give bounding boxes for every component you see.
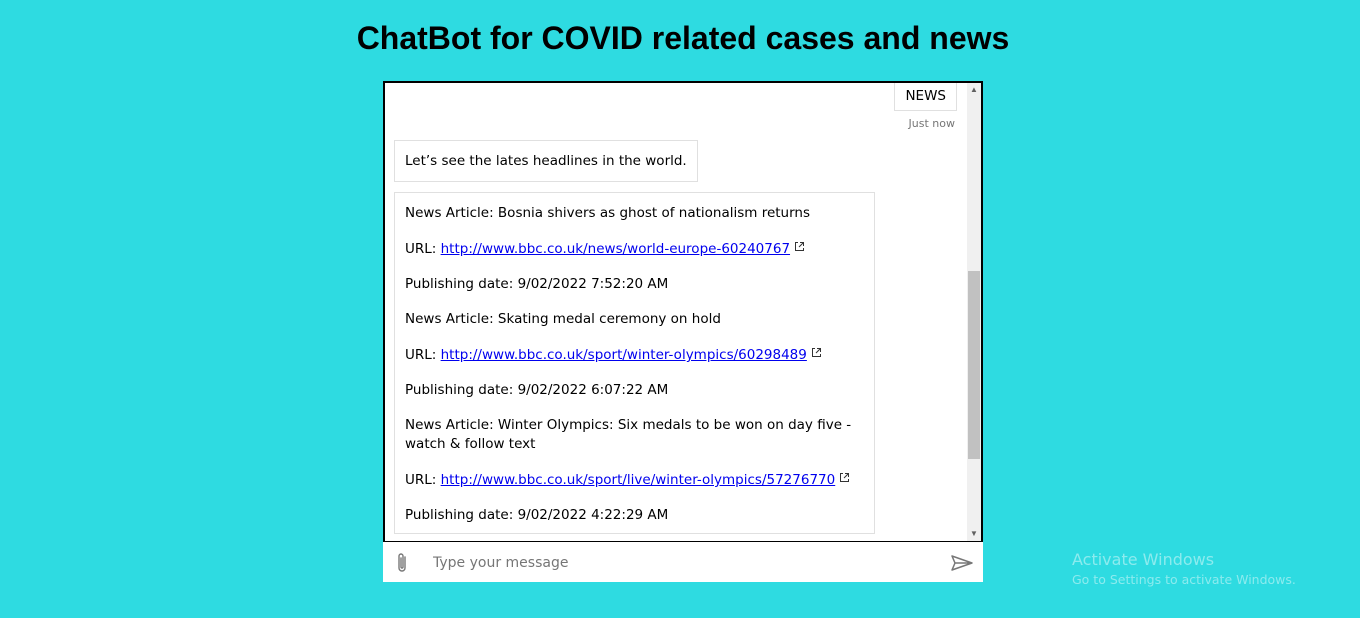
news-list-bubble: News Article: Bosnia shivers as ghost of…: [394, 192, 875, 534]
news-article-url-row: URL: http://www.bbc.co.uk/sport/winter-o…: [405, 345, 864, 365]
message-timestamp: Just now: [908, 117, 955, 130]
message-input[interactable]: [431, 550, 935, 576]
news-article-link[interactable]: http://www.bbc.co.uk/sport/winter-olympi…: [441, 347, 807, 363]
watermark-title: Activate Windows: [1072, 550, 1215, 569]
scrollbar-thumb[interactable]: [968, 271, 980, 460]
news-article-date: Publishing date: 9/02/2022 6:07:22 AM: [405, 382, 669, 398]
external-link-icon: [811, 345, 822, 364]
user-message-bubble: NEWS: [894, 83, 957, 111]
news-article-date: Publishing date: 9/02/2022 7:52:20 AM: [405, 276, 669, 292]
news-article-url-row: URL: http://www.bbc.co.uk/news/world-eur…: [405, 239, 864, 259]
arrow-up-icon[interactable]: ▲: [967, 83, 981, 97]
page-title: ChatBot for COVID related cases and news: [356, 20, 1010, 56]
url-label: URL:: [405, 472, 441, 488]
news-article-link[interactable]: http://www.bbc.co.uk/news/world-europe-6…: [441, 241, 790, 257]
transcript-scrollbar[interactable]: ▲ ▼: [967, 83, 981, 541]
external-link-icon: [794, 239, 805, 258]
news-article-title: News Article: Bosnia shivers as ghost of…: [405, 205, 811, 221]
news-article-link[interactable]: http://www.bbc.co.uk/sport/live/winter-o…: [441, 472, 836, 488]
send-icon[interactable]: [950, 554, 974, 577]
external-link-icon: [839, 470, 850, 489]
news-article-date: Publishing date: 9/02/2022 4:22:29 AM: [405, 507, 669, 523]
news-article-title: News Article: Winter Olympics: Six medal…: [405, 417, 852, 452]
chat-window: NEWS Just now Let’s see the lates headli…: [383, 81, 983, 543]
news-article-title: News Article: Skating medal ceremony on …: [405, 311, 721, 327]
news-article-url-row: URL: http://www.bbc.co.uk/sport/live/win…: [405, 470, 864, 490]
watermark-subtitle: Go to Settings to activate Windows.: [1072, 572, 1296, 587]
windows-activation-watermark: Activate Windows Go to Settings to activ…: [1072, 550, 1296, 587]
message-composer: [383, 542, 983, 582]
arrow-down-icon[interactable]: ▼: [967, 527, 981, 541]
url-label: URL:: [405, 347, 441, 363]
bot-message-bubble: Let’s see the lates headlines in the wor…: [394, 140, 698, 182]
paperclip-icon[interactable]: [395, 551, 409, 580]
chat-transcript[interactable]: NEWS Just now Let’s see the lates headli…: [385, 83, 967, 541]
url-label: URL:: [405, 241, 441, 257]
